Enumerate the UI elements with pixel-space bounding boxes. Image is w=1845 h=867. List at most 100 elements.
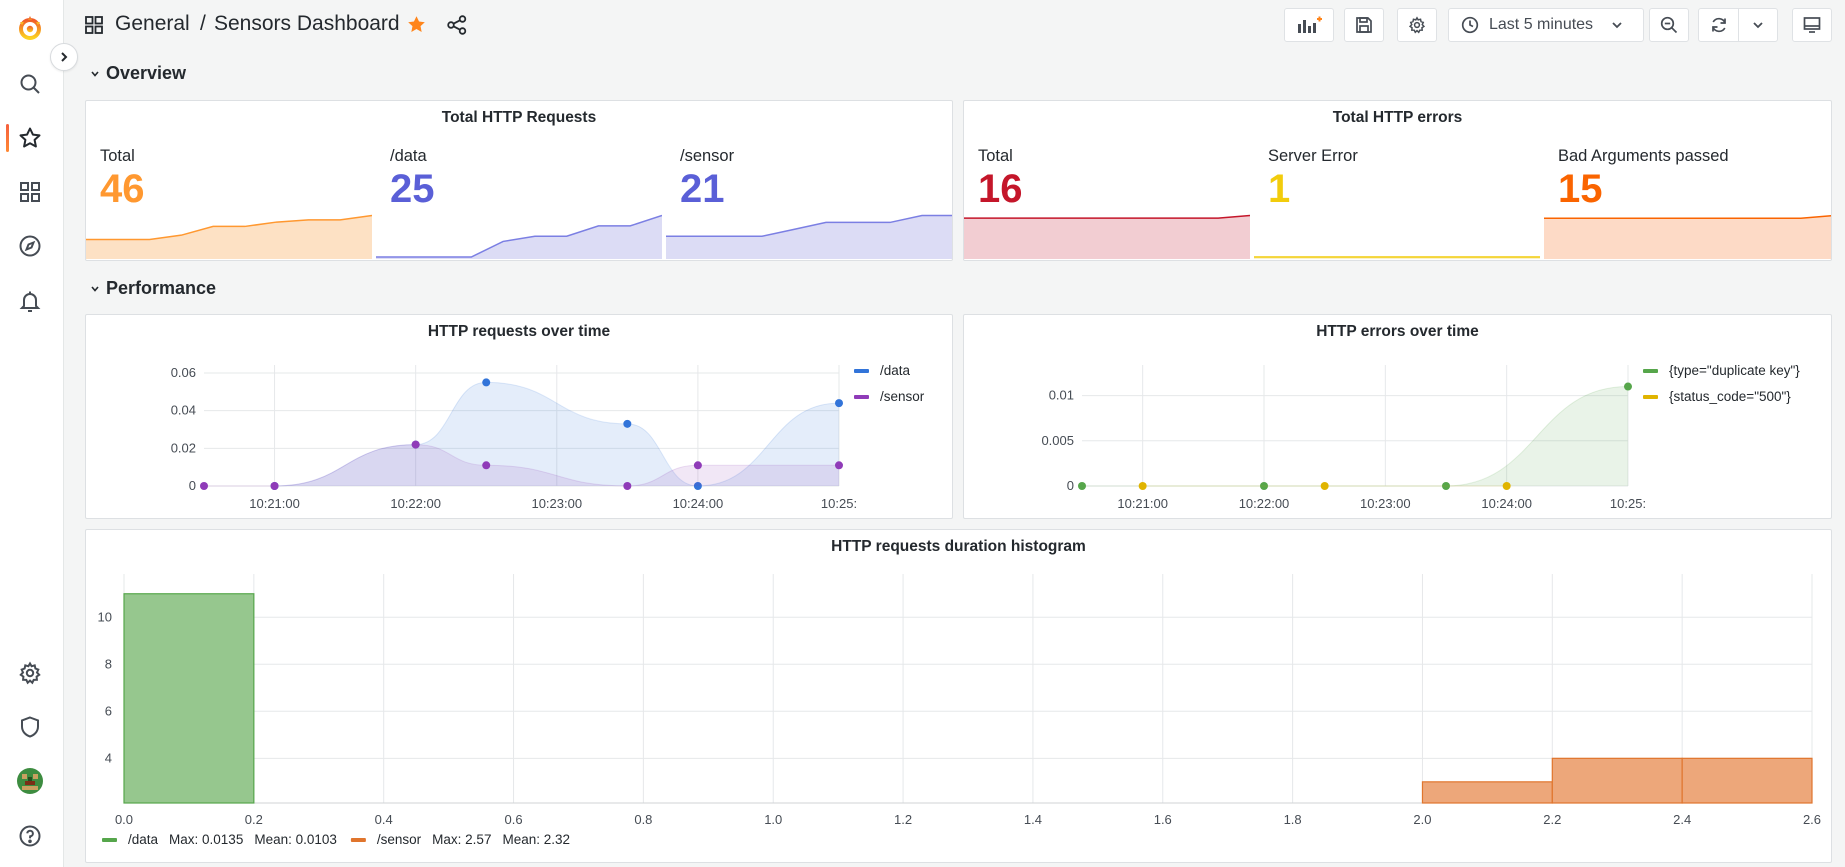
- grafana-logo-icon[interactable]: [14, 12, 46, 44]
- panel-total-http-errors[interactable]: Total HTTP errors Total 16 Server Error …: [963, 100, 1832, 261]
- search-icon[interactable]: [14, 68, 46, 100]
- chevron-down-icon: [91, 70, 99, 77]
- x-tick-label: 2.6: [1803, 812, 1821, 827]
- data-point[interactable]: [1078, 482, 1086, 490]
- chevron-down-icon: [1753, 22, 1763, 29]
- data-point[interactable]: [482, 378, 491, 387]
- help-icon[interactable]: [14, 820, 46, 852]
- x-tick-label: 10:23:00: [1360, 496, 1411, 511]
- errors-timeseries-chart[interactable]: 10:21:00 10:22:00 10:23:00 10:24:00 10:25: 0 0…: [964, 315, 1832, 519]
- legend-label[interactable]: /data: [880, 363, 911, 378]
- sparkline: [964, 214, 1250, 259]
- y-tick-label: 0.02: [171, 440, 196, 455]
- data-point[interactable]: [623, 419, 632, 428]
- x-tick-label: 10:25:: [1610, 496, 1646, 511]
- settings-gear-icon: [1408, 16, 1426, 34]
- x-tick-label: 0.6: [504, 812, 522, 827]
- data-point[interactable]: [482, 461, 491, 470]
- chevron-right-icon: [61, 52, 68, 62]
- stat-server-error: Server Error 1: [1254, 139, 1540, 259]
- sparkline-area: [86, 215, 372, 259]
- histogram-bar[interactable]: [1421, 781, 1553, 804]
- data-point[interactable]: [623, 482, 632, 490]
- favorite-star-icon[interactable]: [406, 14, 427, 40]
- breadcrumb-folder[interactable]: General: [115, 12, 190, 36]
- x-tick-label: 10:21:00: [249, 496, 300, 511]
- user-avatar[interactable]: [14, 765, 46, 797]
- data-point[interactable]: [1624, 382, 1632, 391]
- x-tick-label: 1.4: [1024, 812, 1042, 827]
- clock-icon: [1461, 16, 1479, 34]
- series-area: [1082, 386, 1628, 486]
- x-tick-label: 10:22:00: [390, 496, 441, 511]
- sparkline: [1544, 214, 1831, 259]
- row-overview[interactable]: Overview: [91, 63, 186, 84]
- x-tick-label: 1.8: [1284, 812, 1302, 827]
- add-panel-button[interactable]: [1284, 8, 1334, 42]
- dashboards-icon[interactable]: [14, 176, 46, 208]
- legend-label[interactable]: /data: [128, 832, 159, 847]
- data-point[interactable]: [835, 399, 843, 408]
- dashboard-settings-button[interactable]: [1397, 8, 1437, 42]
- data-point[interactable]: [835, 461, 843, 470]
- alerting-bell-icon[interactable]: [14, 285, 46, 317]
- refresh-interval-dropdown[interactable]: [1739, 9, 1777, 41]
- legend-label[interactable]: {status_code="500"}: [1669, 389, 1791, 404]
- refresh-button[interactable]: [1698, 8, 1778, 42]
- legend-swatch: [102, 838, 117, 842]
- x-tick-label: 10:24:00: [1481, 496, 1532, 511]
- y-tick-label: 0.01: [1049, 388, 1074, 403]
- data-point[interactable]: [270, 482, 279, 490]
- stat-bad-arguments: Bad Arguments passed 15: [1544, 139, 1831, 259]
- panel-http-errors-over-time[interactable]: HTTP errors over time 10:21:00 10:22:00 10…: [963, 314, 1832, 519]
- duration-histogram-chart[interactable]: 0.0 0.2 0.4 0.6 0.8 1.0 1.2 1.4 1.6 1.8 2.0 2.2 2.4 2…: [86, 530, 1832, 863]
- y-tick-label: 0.005: [1041, 433, 1074, 448]
- histogram-bar[interactable]: [1551, 757, 1683, 804]
- sparkline: [1254, 256, 1540, 259]
- stat-label: Server Error: [1268, 147, 1358, 165]
- share-icon[interactable]: [446, 14, 468, 41]
- x-tick-label: 10:22:00: [1239, 496, 1290, 511]
- configuration-gear-icon[interactable]: [14, 657, 46, 689]
- sparkline-area: [1544, 215, 1831, 259]
- legend-swatch: [1643, 369, 1658, 373]
- legend-label[interactable]: /sensor: [880, 389, 925, 404]
- panel-http-duration-histogram[interactable]: HTTP requests duration histogram 0.0 0.2 0…: [85, 529, 1832, 863]
- panel-total-http-requests[interactable]: Total HTTP Requests Total 46 /data 25 /s…: [85, 100, 953, 261]
- stat-total: Total 46: [86, 139, 372, 259]
- data-point[interactable]: [1502, 482, 1511, 490]
- panel-http-requests-over-time[interactable]: HTTP requests over time 10:21:00 10:22:00…: [85, 314, 953, 519]
- starred-icon[interactable]: [14, 122, 46, 154]
- legend-label[interactable]: /sensor: [377, 832, 422, 847]
- stat-label: /data: [390, 147, 427, 165]
- row-performance[interactable]: Performance: [91, 278, 216, 299]
- time-picker-button[interactable]: Last 5 minutes: [1448, 8, 1644, 42]
- server-admin-shield-icon[interactable]: [14, 711, 46, 743]
- x-tick-label: 0.4: [375, 812, 393, 827]
- time-range-label: Last 5 minutes: [1489, 16, 1594, 33]
- monitor-icon: [1803, 17, 1821, 33]
- stat-data: /data 25: [376, 139, 662, 259]
- legend-max: Max: 0.0135: [169, 832, 243, 847]
- legend-mean: Mean: 0.0103: [254, 832, 337, 847]
- histogram-bar[interactable]: [123, 593, 255, 804]
- legend-label[interactable]: {type="duplicate key"}: [1669, 363, 1800, 378]
- data-point[interactable]: [411, 440, 420, 449]
- save-dashboard-button[interactable]: [1344, 8, 1384, 42]
- page-title[interactable]: Sensors Dashboard: [214, 12, 400, 36]
- sparkline-area: [376, 215, 662, 259]
- data-point[interactable]: [200, 482, 208, 490]
- legend-swatch: [854, 395, 869, 399]
- zoom-out-button[interactable]: [1649, 8, 1689, 42]
- data-point[interactable]: [1320, 482, 1329, 490]
- data-point[interactable]: [1138, 482, 1147, 490]
- data-point[interactable]: [693, 461, 702, 470]
- sparkline: [86, 214, 372, 259]
- explore-icon[interactable]: [14, 230, 46, 262]
- chevron-down-icon: [1612, 22, 1622, 29]
- stat-total-errors: Total 16: [964, 139, 1250, 259]
- requests-timeseries-chart[interactable]: 10:21:00 10:22:00 10:23:00 10:24:00 10:25: 0 0…: [86, 315, 953, 519]
- x-tick-label: 2.4: [1673, 812, 1691, 827]
- histogram-bar[interactable]: [1681, 757, 1813, 804]
- cycle-view-mode-button[interactable]: [1792, 8, 1832, 42]
